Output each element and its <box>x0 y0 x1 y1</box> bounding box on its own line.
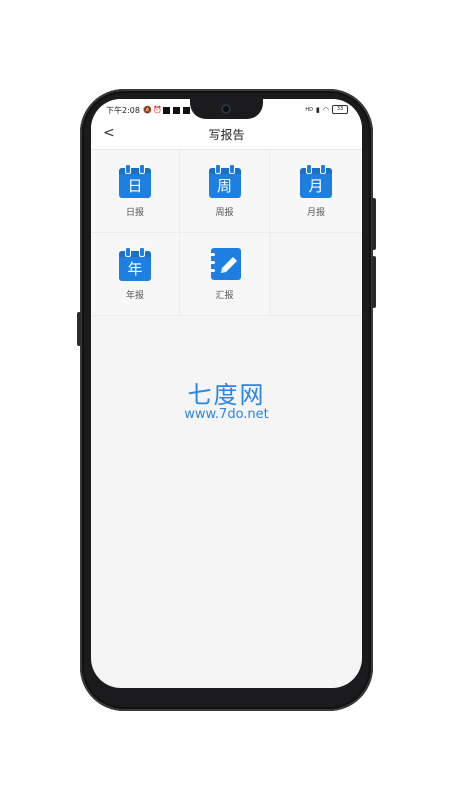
notebook-pen-icon <box>208 247 241 281</box>
watermark-url: www.7do.net <box>184 407 269 422</box>
report-item-monthly[interactable]: 月 月报 <box>270 150 362 233</box>
battery-icon: 33 <box>332 105 348 114</box>
front-camera <box>221 104 231 114</box>
report-item-label: 汇报 <box>215 291 234 301</box>
page-title: 写报告 <box>208 128 245 142</box>
volume-button <box>77 312 81 346</box>
calendar-icon: 年 <box>119 247 151 281</box>
empty-grid-cell <box>270 233 362 316</box>
side-button-lower <box>372 256 376 308</box>
report-item-daily[interactable]: 日 日报 <box>91 150 180 233</box>
report-item-label: 周报 <box>215 208 234 218</box>
report-item-label: 日报 <box>125 208 144 218</box>
side-button-upper <box>372 198 376 250</box>
report-item-weekly[interactable]: 周 周报 <box>180 150 270 233</box>
mute-icon: 🔕 <box>142 106 152 114</box>
signal-icon: ▮ <box>316 105 320 114</box>
app-notification-icon <box>182 107 190 114</box>
status-time: 下午2:08 <box>106 106 140 115</box>
calendar-icon: 月 <box>300 164 332 198</box>
report-item-label: 月报 <box>306 208 325 218</box>
alarm-icon: ⏰ <box>152 106 162 114</box>
report-item-yearly[interactable]: 年 年报 <box>91 233 180 316</box>
report-grid: 日 日报 周 周报 月 月报 年 年报 汇报 <box>91 150 362 316</box>
app-notification-icon <box>172 107 180 114</box>
wifi-icon: ◠ <box>322 105 329 114</box>
app-notification-icon <box>162 107 170 114</box>
report-item-summary[interactable]: 汇报 <box>180 233 270 316</box>
calendar-icon: 日 <box>119 164 151 198</box>
watermark-logo-text: 七度网 <box>187 381 266 409</box>
app-header: < 写报告 <box>91 119 362 150</box>
phone-screen: 下午2:08 🔕 ⏰ ● HD ▮ ◠ 33 < 写报告 日 日报 <box>91 99 362 688</box>
calendar-icon: 周 <box>208 164 241 198</box>
signal-hd-label: HD <box>305 106 314 113</box>
report-item-label: 年报 <box>125 291 144 301</box>
